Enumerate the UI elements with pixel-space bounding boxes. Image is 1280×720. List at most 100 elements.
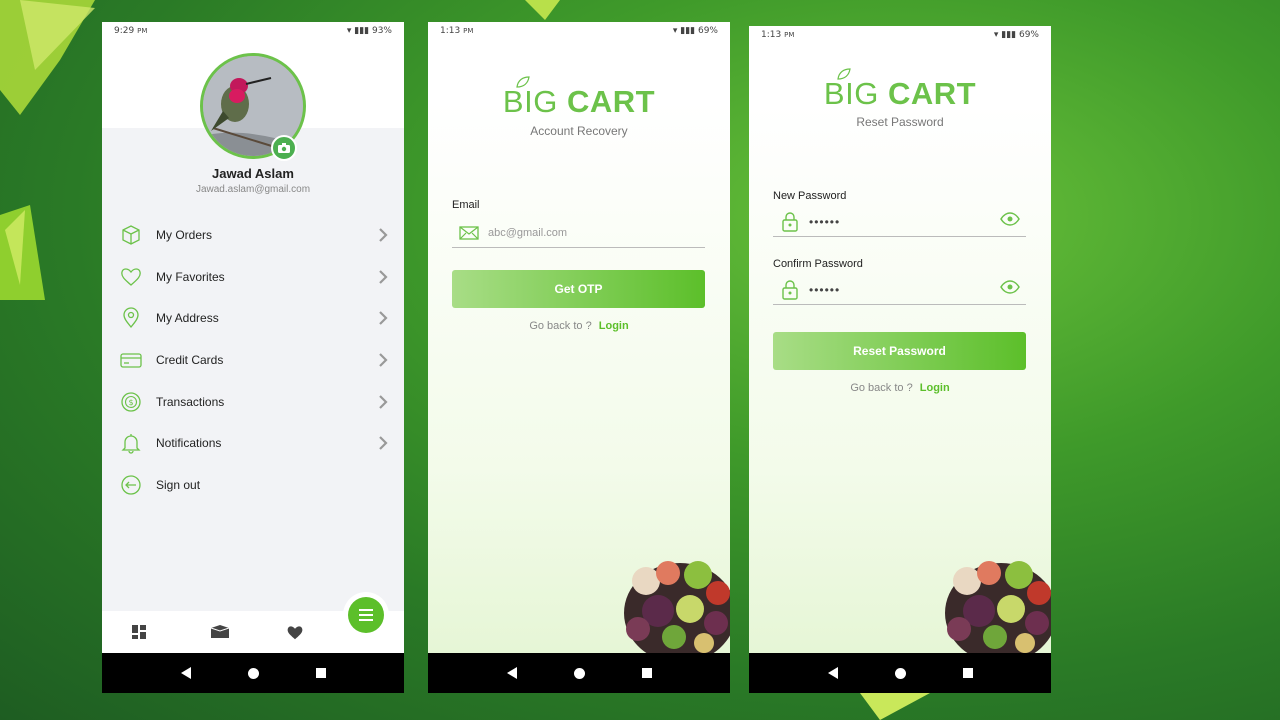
reset-password-button[interactable]: Reset Password bbox=[773, 332, 1026, 370]
logo-big: BIG bbox=[502, 84, 558, 119]
new-password-field[interactable]: •••••• bbox=[773, 207, 1026, 237]
nav-back-button[interactable] bbox=[506, 667, 517, 679]
box-icon[interactable] bbox=[201, 624, 278, 640]
mail-icon bbox=[458, 222, 480, 244]
menu-item-transactions[interactable]: $ Transactions bbox=[102, 381, 404, 423]
nav-recents-button[interactable] bbox=[962, 668, 973, 678]
dashboard-icon[interactable] bbox=[124, 625, 201, 639]
menu-item-label: Notifications bbox=[156, 436, 222, 451]
chevron-right-icon bbox=[379, 394, 388, 409]
menu-fab-button[interactable] bbox=[348, 597, 384, 633]
status-ampm: PM bbox=[463, 27, 474, 35]
menu-item-sign-out[interactable]: Sign out bbox=[102, 464, 404, 506]
logo-big: BIG bbox=[823, 76, 879, 111]
new-password-value: •••••• bbox=[809, 214, 841, 229]
nav-recents-button[interactable] bbox=[641, 668, 652, 678]
nav-home-button[interactable] bbox=[894, 667, 906, 679]
status-bar: 1:13 PM ▾ ▮▮▮ 69% bbox=[428, 22, 730, 40]
status-ampm: PM bbox=[784, 31, 795, 39]
login-link[interactable]: Login bbox=[920, 382, 950, 394]
go-back-row: Go back to ? Login bbox=[749, 382, 1051, 394]
camera-button[interactable] bbox=[271, 135, 297, 161]
email-field[interactable]: abc@gmail.com bbox=[452, 218, 705, 248]
status-bar: 1:13 PM ▾ ▮▮▮ 69% bbox=[749, 26, 1051, 44]
menu-item-my-favorites[interactable]: My Favorites bbox=[102, 256, 404, 298]
confirm-password-value: •••••• bbox=[809, 282, 841, 297]
nav-back-button[interactable] bbox=[180, 667, 191, 679]
profile-screen: 9:29 PM ▾ ▮▮▮ 93% Jawad Aslam Jawad.asla… bbox=[102, 22, 404, 693]
brand-logo: BIG CART bbox=[749, 76, 1051, 112]
status-bar: 9:29 PM ▾ ▮▮▮ 93% bbox=[102, 22, 404, 40]
leaf-icon bbox=[837, 68, 851, 80]
credit-card-icon bbox=[120, 349, 142, 371]
menu-item-credit-cards[interactable]: Credit Cards bbox=[102, 339, 404, 381]
profile-menu: My Orders My Favorites My Address Credit… bbox=[102, 214, 404, 506]
nav-recents-button[interactable] bbox=[315, 668, 326, 678]
account-recovery-screen: 1:13 PM ▾ ▮▮▮ 69% BIG CART Account Recov… bbox=[428, 22, 730, 693]
menu-item-label: My Address bbox=[156, 311, 219, 326]
chevron-right-icon bbox=[379, 311, 388, 325]
profile-name: Jawad Aslam bbox=[212, 166, 294, 181]
status-battery: 69% bbox=[697, 26, 718, 36]
go-back-text: Go back to ? bbox=[529, 320, 592, 332]
email-label: Email bbox=[452, 199, 480, 211]
location-pin-icon bbox=[120, 307, 142, 329]
menu-item-label: Transactions bbox=[156, 394, 225, 409]
status-time: 1:13 bbox=[440, 26, 461, 36]
go-back-row: Go back to ? Login bbox=[428, 320, 730, 332]
get-otp-button[interactable]: Get OTP bbox=[452, 270, 705, 308]
chevron-right-icon bbox=[379, 353, 388, 367]
page-subtitle: Account Recovery bbox=[530, 124, 628, 138]
status-time: 1:13 bbox=[761, 30, 782, 40]
heart-icon bbox=[120, 266, 142, 288]
lock-icon bbox=[779, 279, 801, 301]
status-time: 9:29 bbox=[114, 26, 135, 36]
chevron-right-icon bbox=[379, 436, 388, 451]
eye-icon[interactable] bbox=[1000, 280, 1020, 299]
menu-item-label: My Favorites bbox=[156, 269, 225, 284]
logo-cart: CART bbox=[887, 76, 977, 111]
reset-password-screen: 1:13 PM ▾ ▮▮▮ 69% BIG CART Reset Passwor… bbox=[749, 26, 1051, 693]
nav-back-button[interactable] bbox=[827, 667, 838, 679]
svg-text:$: $ bbox=[128, 398, 133, 407]
sign-out-icon bbox=[120, 474, 142, 496]
signal-icon: ▾ ▮▮▮ bbox=[672, 26, 696, 36]
go-back-text: Go back to ? bbox=[850, 382, 913, 394]
box-icon bbox=[120, 224, 142, 246]
android-nav-bar bbox=[428, 653, 730, 693]
menu-item-notifications[interactable]: Notifications bbox=[102, 422, 404, 464]
heart-icon[interactable] bbox=[278, 624, 355, 640]
logo-cart: CART bbox=[566, 84, 656, 119]
eye-icon[interactable] bbox=[1000, 212, 1020, 231]
chevron-right-icon bbox=[379, 269, 388, 284]
nav-home-button[interactable] bbox=[573, 667, 585, 679]
signal-icon: ▾ ▮▮▮ bbox=[993, 30, 1017, 40]
new-password-label: New Password bbox=[773, 190, 847, 202]
leaf-icon bbox=[516, 76, 530, 88]
bell-icon bbox=[120, 432, 142, 454]
dollar-cycle-icon: $ bbox=[120, 391, 142, 413]
vegetable-basket-image bbox=[945, 561, 1051, 653]
login-link[interactable]: Login bbox=[599, 320, 629, 332]
menu-item-my-address[interactable]: My Address bbox=[102, 297, 404, 339]
android-nav-bar bbox=[102, 653, 404, 693]
confirm-password-label: Confirm Password bbox=[773, 258, 863, 270]
brand-logo: BIG CART bbox=[428, 84, 730, 120]
chevron-right-icon bbox=[379, 228, 388, 242]
profile-email: Jawad.aslam@gmail.com bbox=[195, 184, 311, 195]
nav-home-button[interactable] bbox=[247, 667, 259, 679]
android-nav-bar bbox=[749, 653, 1051, 693]
menu-item-my-orders[interactable]: My Orders bbox=[102, 214, 404, 256]
confirm-password-field[interactable]: •••••• bbox=[773, 275, 1026, 305]
signal-icon: ▾ ▮▮▮ bbox=[346, 26, 370, 36]
camera-icon bbox=[278, 143, 290, 153]
lock-icon bbox=[779, 211, 801, 233]
menu-item-label: Credit Cards bbox=[156, 352, 224, 367]
email-placeholder: abc@gmail.com bbox=[488, 226, 568, 239]
status-battery: 69% bbox=[1018, 30, 1039, 40]
menu-icon bbox=[359, 609, 373, 621]
menu-item-label: Sign out bbox=[156, 477, 201, 492]
menu-item-label: My Orders bbox=[156, 227, 213, 242]
status-battery: 93% bbox=[371, 26, 392, 36]
status-ampm: PM bbox=[137, 27, 148, 35]
